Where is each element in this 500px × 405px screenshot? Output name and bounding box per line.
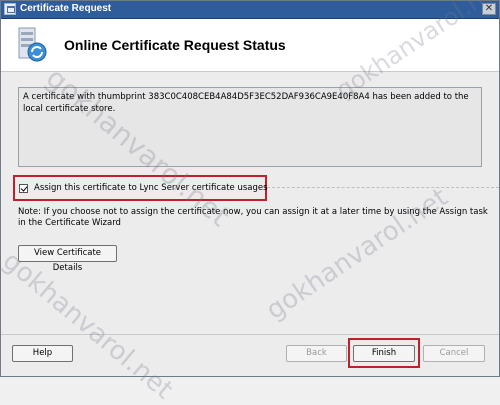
view-certificate-details-button[interactable]: View Certificate Details: [18, 245, 117, 273]
status-message-text: A certificate with thumbprint 383C0C408C…: [23, 92, 469, 114]
assign-certificate-checkbox[interactable]: [19, 184, 28, 193]
certificate-request-window: Certificate Request ✕ Online Certificate…: [0, 0, 500, 405]
page-title: Online Certificate Request Status: [64, 37, 286, 53]
footer-divider: [1, 334, 499, 335]
certificate-wizard-icon: [18, 27, 47, 62]
wizard-header: Online Certificate Request Status: [1, 19, 499, 72]
close-button[interactable]: ✕: [482, 3, 496, 15]
assign-option-highlight: Assign this certificate to Lync Server c…: [13, 175, 268, 201]
status-message-box: A certificate with thumbprint 383C0C408C…: [18, 87, 482, 167]
assign-certificate-label[interactable]: Assign this certificate to Lync Server c…: [34, 183, 268, 193]
back-button[interactable]: Back: [286, 345, 347, 362]
finish-button[interactable]: Finish: [353, 345, 415, 362]
watermark: gokhanvarol.net: [0, 246, 179, 405]
title-bar: Certificate Request ✕: [1, 1, 499, 19]
separator-line: [267, 187, 499, 188]
app-icon: [4, 3, 16, 15]
window-title: Certificate Request: [20, 3, 112, 14]
watermark: gokhanvarol.net: [261, 182, 454, 326]
note-text: Note: If you choose not to assign the ce…: [18, 207, 488, 228]
cancel-button[interactable]: Cancel: [423, 345, 485, 362]
help-button[interactable]: Help: [12, 345, 73, 362]
